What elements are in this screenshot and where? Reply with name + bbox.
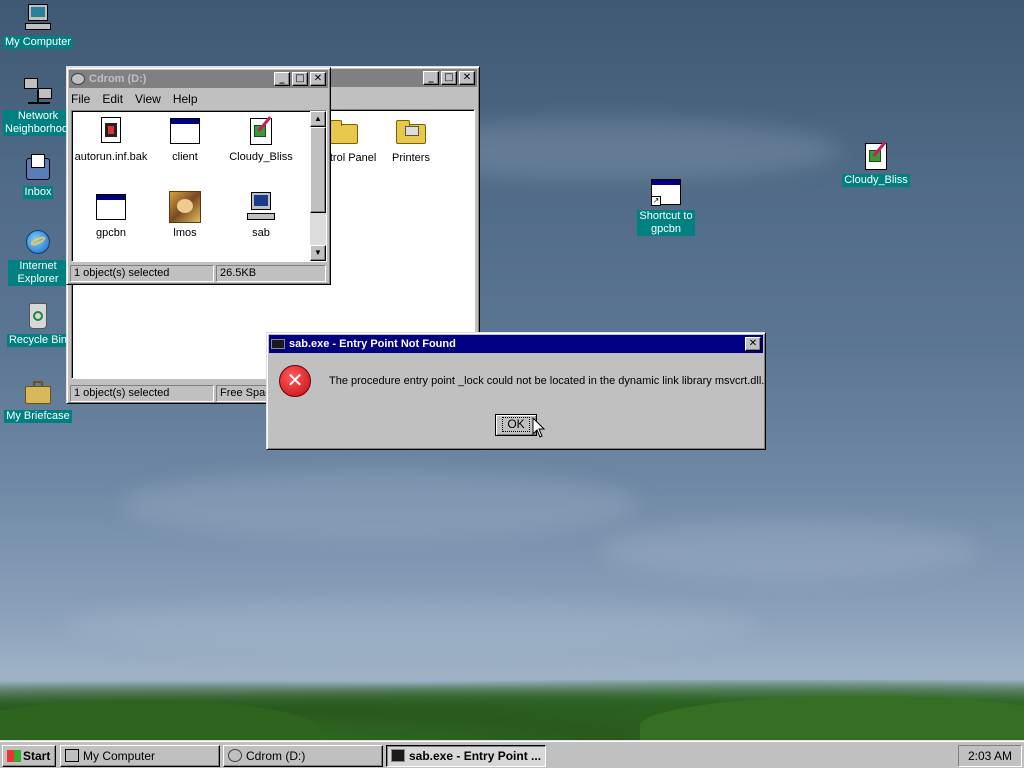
desktop-icon-label: Inbox [22, 186, 54, 199]
file-item-label: lmos [173, 227, 197, 239]
title-bar[interactable]: sab.exe - Entry Point Not Found ✕ [269, 335, 763, 353]
file-item-label: autorun.inf.bak [74, 151, 148, 163]
windows-logo-icon [7, 750, 21, 762]
recycle-bin-icon [22, 300, 54, 332]
cdrom-window[interactable]: Cdrom (D:) _ □ ✕ File Edit View Help aut… [66, 67, 331, 285]
file-item-autorun[interactable]: autorun.inf.bak [74, 115, 148, 163]
my-computer-icon [22, 2, 54, 34]
status-selected: 1 object(s) selected [70, 385, 214, 402]
ok-button[interactable]: OK [495, 414, 537, 436]
desktop-icon-label: Recycle Bin [6, 334, 70, 347]
error-icon: ✕ [279, 365, 311, 397]
close-button[interactable]: ✕ [459, 71, 475, 85]
scroll-up-button[interactable]: ▲ [310, 111, 326, 127]
menu-edit[interactable]: Edit [102, 92, 123, 106]
cd-drive-icon [228, 749, 242, 762]
file-item-gpcbn[interactable]: gpcbn [74, 191, 148, 239]
vertical-scrollbar[interactable]: ▲ ▼ [310, 111, 326, 261]
folder-icon [327, 116, 359, 148]
desktop-icon-shortcut-gpcbn[interactable]: ↗ Shortcut to gpcbn [628, 176, 704, 236]
desktop-icon-internet-explorer[interactable]: Internet Explorer [0, 226, 76, 286]
network-neighborhood-icon [22, 76, 54, 108]
title-bar[interactable]: Cdrom (D:) _ □ ✕ [69, 70, 328, 88]
menu-view[interactable]: View [135, 92, 161, 106]
desktop-icon-label: Internet Explorer [8, 260, 68, 286]
scroll-down-button[interactable]: ▼ [310, 245, 326, 261]
file-item-client[interactable]: client [148, 115, 222, 163]
desktop-icon-inbox[interactable]: Inbox [0, 152, 76, 199]
close-button[interactable]: ✕ [745, 337, 761, 351]
maximize-button[interactable]: □ [441, 71, 457, 85]
file-item-sab[interactable]: sab [224, 191, 298, 239]
status-size: 26.5KB [216, 265, 326, 282]
file-item-label: Printers [392, 152, 430, 164]
printers-folder-icon [395, 116, 427, 148]
start-button[interactable]: Start [2, 745, 56, 767]
desktop-icon-my-briefcase[interactable]: My Briefcase [0, 376, 76, 423]
file-item-label: sab [252, 227, 270, 239]
desktop-icon-label: Shortcut to gpcbn [637, 210, 695, 236]
desktop-icon-my-computer[interactable]: My Computer [0, 2, 76, 49]
file-item-label: Cloudy_Bliss [229, 151, 293, 163]
desktop-icon-label: My Computer [2, 36, 74, 49]
menu-file[interactable]: File [71, 92, 90, 106]
maximize-button[interactable]: □ [292, 72, 308, 86]
file-item-label: gpcbn [96, 227, 126, 239]
clock[interactable]: 2:03 AM [968, 749, 1012, 763]
dialog-title: sab.exe - Entry Point Not Found [289, 338, 456, 350]
my-computer-icon [65, 749, 79, 762]
shortcut-app-icon: ↗ [650, 176, 682, 208]
desktop-icon-recycle-bin[interactable]: Recycle Bin [0, 300, 76, 347]
menu-help[interactable]: Help [173, 92, 198, 106]
photo-icon [169, 191, 201, 223]
desktop-icon-label: Network Neighborhood [3, 110, 75, 136]
image-file-icon [860, 140, 892, 172]
cd-drive-icon [71, 73, 85, 85]
app-icon [271, 339, 285, 349]
task-sab-error[interactable]: sab.exe - Entry Point ... [386, 745, 546, 767]
image-file-icon [245, 115, 277, 147]
mouse-cursor-icon [532, 417, 546, 438]
app-icon [391, 749, 405, 762]
desktop-icon-cloudy-bliss[interactable]: Cloudy_Bliss [838, 140, 914, 187]
file-item-cloudy-bliss[interactable]: Cloudy_Bliss [224, 115, 298, 163]
inbox-icon [22, 152, 54, 184]
window-title: Cdrom (D:) [89, 73, 147, 85]
taskbar: Start My Computer Cdrom (D:) sab.exe - E… [0, 740, 1024, 768]
scroll-thumb[interactable] [310, 127, 326, 213]
status-selected: 1 object(s) selected [70, 265, 214, 282]
file-item-label: client [172, 151, 198, 163]
desktop-icon-label: My Briefcase [4, 410, 72, 423]
file-item-printers[interactable]: Printers [374, 116, 448, 164]
status-bar: 1 object(s) selected 26.5KB [70, 265, 328, 282]
minimize-button[interactable]: _ [274, 72, 290, 86]
setup-file-icon [95, 115, 127, 147]
app-window-icon [169, 115, 201, 147]
close-button[interactable]: ✕ [310, 72, 326, 86]
internet-explorer-icon [22, 226, 54, 258]
dialog-message: The procedure entry point _lock could no… [329, 375, 765, 387]
file-item-lmos[interactable]: lmos [148, 191, 222, 239]
desktop-icon-label: Cloudy_Bliss [842, 174, 910, 187]
computer-program-icon [245, 191, 277, 223]
briefcase-icon [22, 376, 54, 408]
system-tray: 2:03 AM [958, 745, 1022, 767]
error-dialog[interactable]: sab.exe - Entry Point Not Found ✕ ✕ The … [266, 332, 766, 450]
minimize-button[interactable]: _ [423, 71, 439, 85]
task-cdrom[interactable]: Cdrom (D:) [223, 745, 383, 767]
app-window-icon [95, 191, 127, 223]
menu-bar: File Edit View Help [67, 90, 330, 108]
task-my-computer[interactable]: My Computer [60, 745, 220, 767]
desktop-icon-network-neighborhood[interactable]: Network Neighborhood [0, 76, 76, 136]
folder-contents: autorun.inf.bak client Cloudy_Bliss gpcb… [71, 110, 327, 262]
